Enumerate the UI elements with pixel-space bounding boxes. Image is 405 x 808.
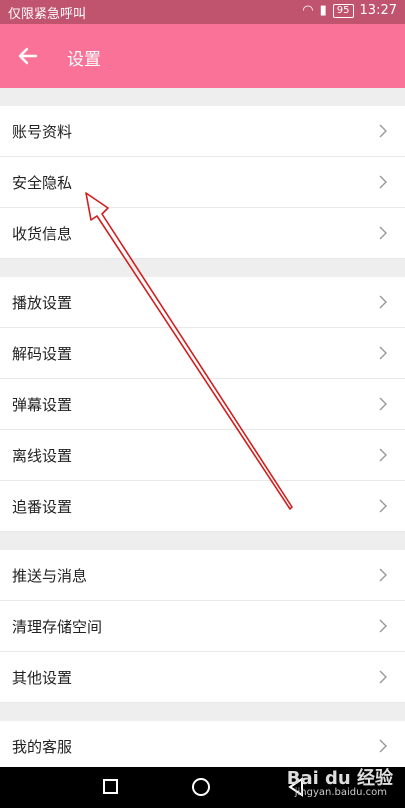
settings-item-label: 账号资料 (12, 123, 73, 141)
settings-item[interactable]: 收货信息 (0, 208, 405, 259)
settings-item-label: 安全隐私 (12, 174, 73, 192)
section-divider (0, 88, 405, 106)
settings-item[interactable]: 其他设置 (0, 652, 405, 703)
section-divider (0, 703, 405, 721)
chevron-right-icon (379, 448, 387, 462)
chevron-right-icon (379, 346, 387, 360)
settings-item-label: 推送与消息 (12, 567, 88, 585)
recents-icon[interactable] (103, 779, 118, 794)
settings-item[interactable]: 账号资料 (0, 106, 405, 157)
chevron-right-icon (379, 568, 387, 582)
settings-item-label: 弹幕设置 (12, 396, 73, 414)
settings-item[interactable]: 推送与消息 (0, 550, 405, 601)
app-bar: 设置 (0, 24, 405, 88)
settings-item[interactable]: 追番设置 (0, 481, 405, 532)
home-icon[interactable] (192, 778, 210, 796)
settings-item[interactable]: 弹幕设置 (0, 379, 405, 430)
status-bar: 仅限紧急呼叫 ◠ ▮ 95 13:27 (0, 0, 405, 24)
settings-list: 账号资料 安全隐私 收货信息 播放设置 解码设置 弹幕设置 离线设置 追番设置 … (0, 88, 405, 772)
settings-item-label: 解码设置 (12, 345, 73, 363)
carrier-text: 仅限紧急呼叫 (8, 7, 87, 22)
settings-item-label: 收货信息 (12, 225, 73, 243)
chevron-right-icon (379, 175, 387, 189)
back-arrow-icon[interactable] (16, 44, 40, 68)
page-title: 设置 (67, 50, 101, 70)
signal-icon: ▮ (319, 3, 327, 18)
watermark-url: jingyan.baidu.com (294, 787, 387, 798)
settings-item[interactable]: 解码设置 (0, 328, 405, 379)
chevron-right-icon (379, 226, 387, 240)
section-divider (0, 259, 405, 277)
settings-item[interactable]: 播放设置 (0, 277, 405, 328)
chevron-right-icon (379, 499, 387, 513)
settings-item[interactable]: 离线设置 (0, 430, 405, 481)
status-right: ◠ ▮ 95 13:27 (302, 3, 397, 18)
chevron-right-icon (379, 397, 387, 411)
chevron-right-icon (379, 670, 387, 684)
settings-item-label: 其他设置 (12, 669, 73, 687)
settings-item[interactable]: 安全隐私 (0, 157, 405, 208)
settings-item-label: 追番设置 (12, 498, 73, 516)
section-divider (0, 532, 405, 550)
settings-item[interactable]: 清理存储空间 (0, 601, 405, 652)
settings-item-label: 清理存储空间 (12, 618, 103, 636)
battery-icon: 95 (332, 3, 354, 18)
chevron-right-icon (379, 619, 387, 633)
chevron-right-icon (379, 295, 387, 309)
settings-item-label: 离线设置 (12, 447, 73, 465)
clock: 13:27 (359, 3, 397, 18)
wifi-icon: ◠ (302, 3, 314, 18)
chevron-right-icon (379, 124, 387, 138)
settings-item-label: 播放设置 (12, 294, 73, 312)
settings-item-label: 我的客服 (12, 738, 73, 756)
chevron-right-icon (379, 739, 387, 753)
